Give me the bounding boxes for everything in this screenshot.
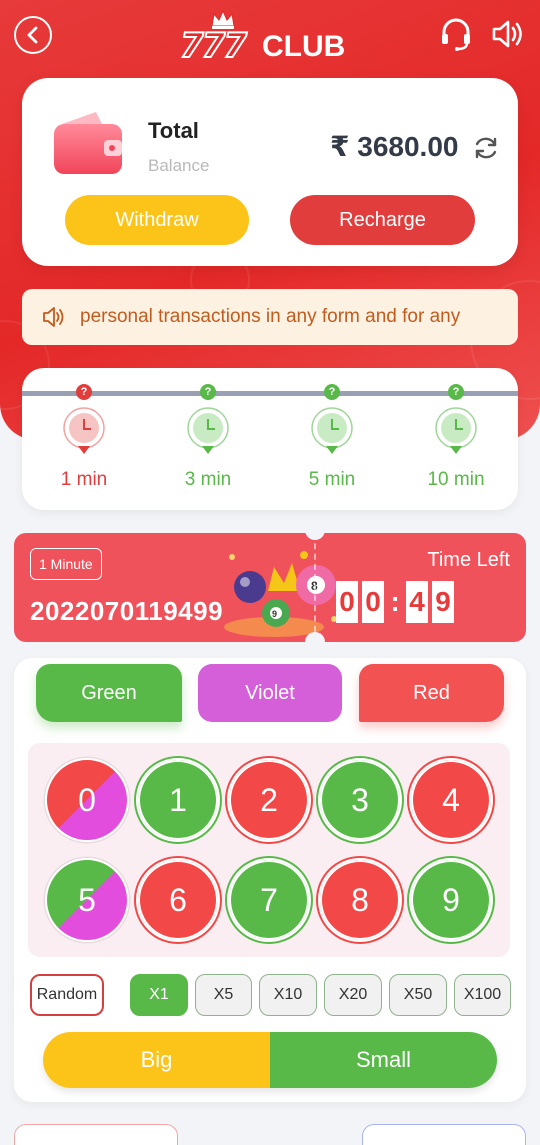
multiplier-x20[interactable]: X20 (324, 974, 382, 1016)
wallet-icon (54, 112, 122, 174)
countdown-display: 0 0 : 4 9 (336, 581, 454, 623)
number-ball-3[interactable]: 3 (318, 758, 402, 842)
number-ball-6[interactable]: 6 (136, 858, 220, 942)
clock-icon (311, 407, 353, 454)
logo-number: 777 (179, 25, 248, 67)
number-ball-7[interactable]: 7 (227, 858, 311, 942)
mode-label: 3 min (184, 469, 232, 490)
number-ball-8[interactable]: 8 (318, 858, 402, 942)
random-button[interactable]: Random (30, 974, 104, 1016)
balance-amount: ₹ 3680.00 (330, 131, 459, 162)
mode-label: 5 min (308, 469, 356, 490)
refresh-icon[interactable] (472, 134, 500, 162)
chevron-left-icon (27, 26, 38, 44)
mode-1-min[interactable]: ? 1 min (34, 384, 134, 491)
countdown-separator: : (390, 586, 400, 617)
ticket-notch (305, 632, 325, 652)
clock-icon (63, 407, 105, 454)
speaker-icon (43, 307, 64, 327)
app-logo: 777 CLUB (179, 8, 345, 67)
recharge-button[interactable]: Recharge (290, 195, 475, 245)
clock-icon (435, 407, 477, 454)
time-left-label: Time Left (427, 549, 510, 571)
balance-subtitle: Balance (148, 156, 210, 175)
svg-text:9: 9 (272, 609, 277, 619)
bet-big-button[interactable]: Big (43, 1032, 270, 1088)
wallet-card: Total Balance ₹ 3680.00 Withdraw Recharg… (22, 78, 518, 266)
speaker-icon[interactable] (490, 16, 526, 52)
help-icon: ? (448, 384, 464, 400)
balance-title: Total (148, 118, 199, 143)
number-ball-4[interactable]: 4 (409, 758, 493, 842)
divider (314, 533, 316, 642)
countdown-digit: 9 (432, 581, 454, 623)
number-ball-5[interactable]: 5 (45, 858, 129, 942)
help-icon: ? (200, 384, 216, 400)
number-grid: 0 1 2 3 4 5 6 7 8 9 (28, 743, 510, 957)
big-small-toggle: Big Small (43, 1032, 497, 1088)
help-icon: ? (324, 384, 340, 400)
bet-red-button[interactable]: Red (359, 664, 504, 722)
number-ball-9[interactable]: 9 (409, 858, 493, 942)
mode-5-min[interactable]: ? 5 min (282, 384, 382, 491)
game-mode-selector: ? 1 min ? 3 min ? 5 min ? 10 min (22, 368, 518, 510)
bet-small-button[interactable]: Small (270, 1032, 497, 1088)
ticket-notch (305, 520, 325, 540)
number-ball-1[interactable]: 1 (136, 758, 220, 842)
notice-bar: personal transactions in any form and fo… (22, 289, 518, 345)
headset-icon[interactable] (438, 16, 474, 52)
round-timer-panel: 1 Minute 2022070119499 8 9 Time Left 0 0… (14, 533, 526, 642)
history-tab[interactable] (14, 1124, 178, 1145)
bet-violet-button[interactable]: Violet (198, 664, 342, 722)
help-icon: ? (76, 384, 92, 400)
betting-panel: Green Violet Red 0 1 2 3 4 5 6 7 8 9 Ran… (14, 658, 526, 1102)
mode-10-min[interactable]: ? 10 min (406, 384, 506, 491)
bet-green-button[interactable]: Green (36, 664, 182, 722)
period-number: 2022070119499 (30, 596, 224, 626)
multiplier-x5[interactable]: X5 (195, 974, 252, 1016)
clock-icon (187, 407, 229, 454)
withdraw-button[interactable]: Withdraw (65, 195, 249, 245)
multiplier-x1[interactable]: X1 (130, 974, 188, 1016)
mode-label: 10 min (427, 469, 485, 490)
countdown-digit: 0 (362, 581, 384, 623)
multiplier-x10[interactable]: X10 (259, 974, 317, 1016)
countdown-digit: 4 (406, 581, 428, 623)
back-button[interactable] (14, 16, 52, 54)
logo-text: CLUB (262, 30, 346, 63)
number-ball-2[interactable]: 2 (227, 758, 311, 842)
multiplier-x100[interactable]: X100 (454, 974, 511, 1016)
lottery-balls-illustration: 8 9 (224, 551, 337, 637)
notice-text: personal transactions in any form and fo… (80, 306, 461, 327)
mode-3-min[interactable]: ? 3 min (158, 384, 258, 491)
countdown-digit: 0 (336, 581, 358, 623)
mode-label: 1 min (60, 469, 108, 490)
number-ball-0[interactable]: 0 (45, 758, 129, 842)
records-tab[interactable] (362, 1124, 526, 1145)
multiplier-x50[interactable]: X50 (389, 974, 447, 1016)
round-duration-tag: 1 Minute (30, 548, 102, 580)
